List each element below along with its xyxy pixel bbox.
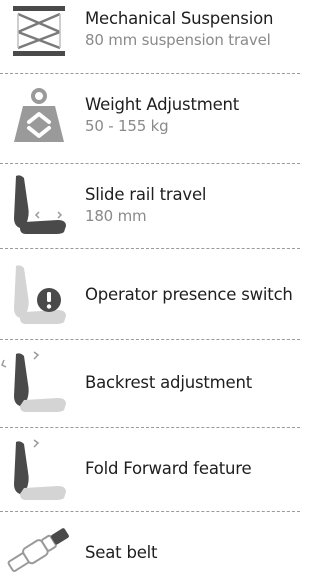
divider bbox=[0, 339, 300, 340]
slide-rail-seat-icon bbox=[10, 172, 68, 240]
feature-item-weight-adjustment: Weight Adjustment 50 - 155 kg bbox=[0, 80, 300, 156]
feature-item-fold-forward: Fold Forward feature bbox=[0, 430, 300, 508]
feature-subtitle: 50 - 155 kg bbox=[85, 117, 169, 135]
feature-title: Backrest adjustment bbox=[85, 373, 252, 392]
scissor-lift-suspension-icon bbox=[10, 2, 68, 60]
seat-belt-buckle-icon bbox=[2, 524, 76, 576]
divider bbox=[0, 73, 300, 74]
feature-title: Mechanical Suspension bbox=[85, 9, 274, 28]
divider bbox=[0, 511, 300, 512]
feature-title: Seat belt bbox=[85, 543, 158, 562]
divider bbox=[0, 163, 300, 164]
divider bbox=[0, 427, 300, 428]
feature-title: Fold Forward feature bbox=[85, 459, 252, 478]
feature-title: Weight Adjustment bbox=[85, 95, 240, 114]
divider bbox=[0, 248, 300, 249]
feature-item-operator-presence-switch: Operator presence switch bbox=[0, 256, 300, 336]
feature-item-mechanical-suspension: Mechanical Suspension 80 mm suspension t… bbox=[0, 0, 300, 62]
feature-item-slide-rail-travel: Slide rail travel 180 mm bbox=[0, 166, 300, 244]
backrest-adjustment-icon bbox=[0, 346, 70, 418]
feature-subtitle: 80 mm suspension travel bbox=[85, 31, 271, 49]
feature-title: Operator presence switch bbox=[85, 285, 293, 304]
feature-subtitle: 180 mm bbox=[85, 207, 147, 225]
feature-title: Slide rail travel bbox=[85, 185, 207, 204]
operator-presence-switch-icon bbox=[10, 262, 70, 330]
weight-adjustment-icon bbox=[10, 86, 68, 146]
fold-forward-seat-icon bbox=[8, 434, 70, 504]
feature-item-backrest-adjustment: Backrest adjustment bbox=[0, 342, 300, 422]
feature-list: Mechanical Suspension 80 mm suspension t… bbox=[0, 0, 300, 579]
feature-item-seat-belt: Seat belt bbox=[0, 516, 300, 579]
